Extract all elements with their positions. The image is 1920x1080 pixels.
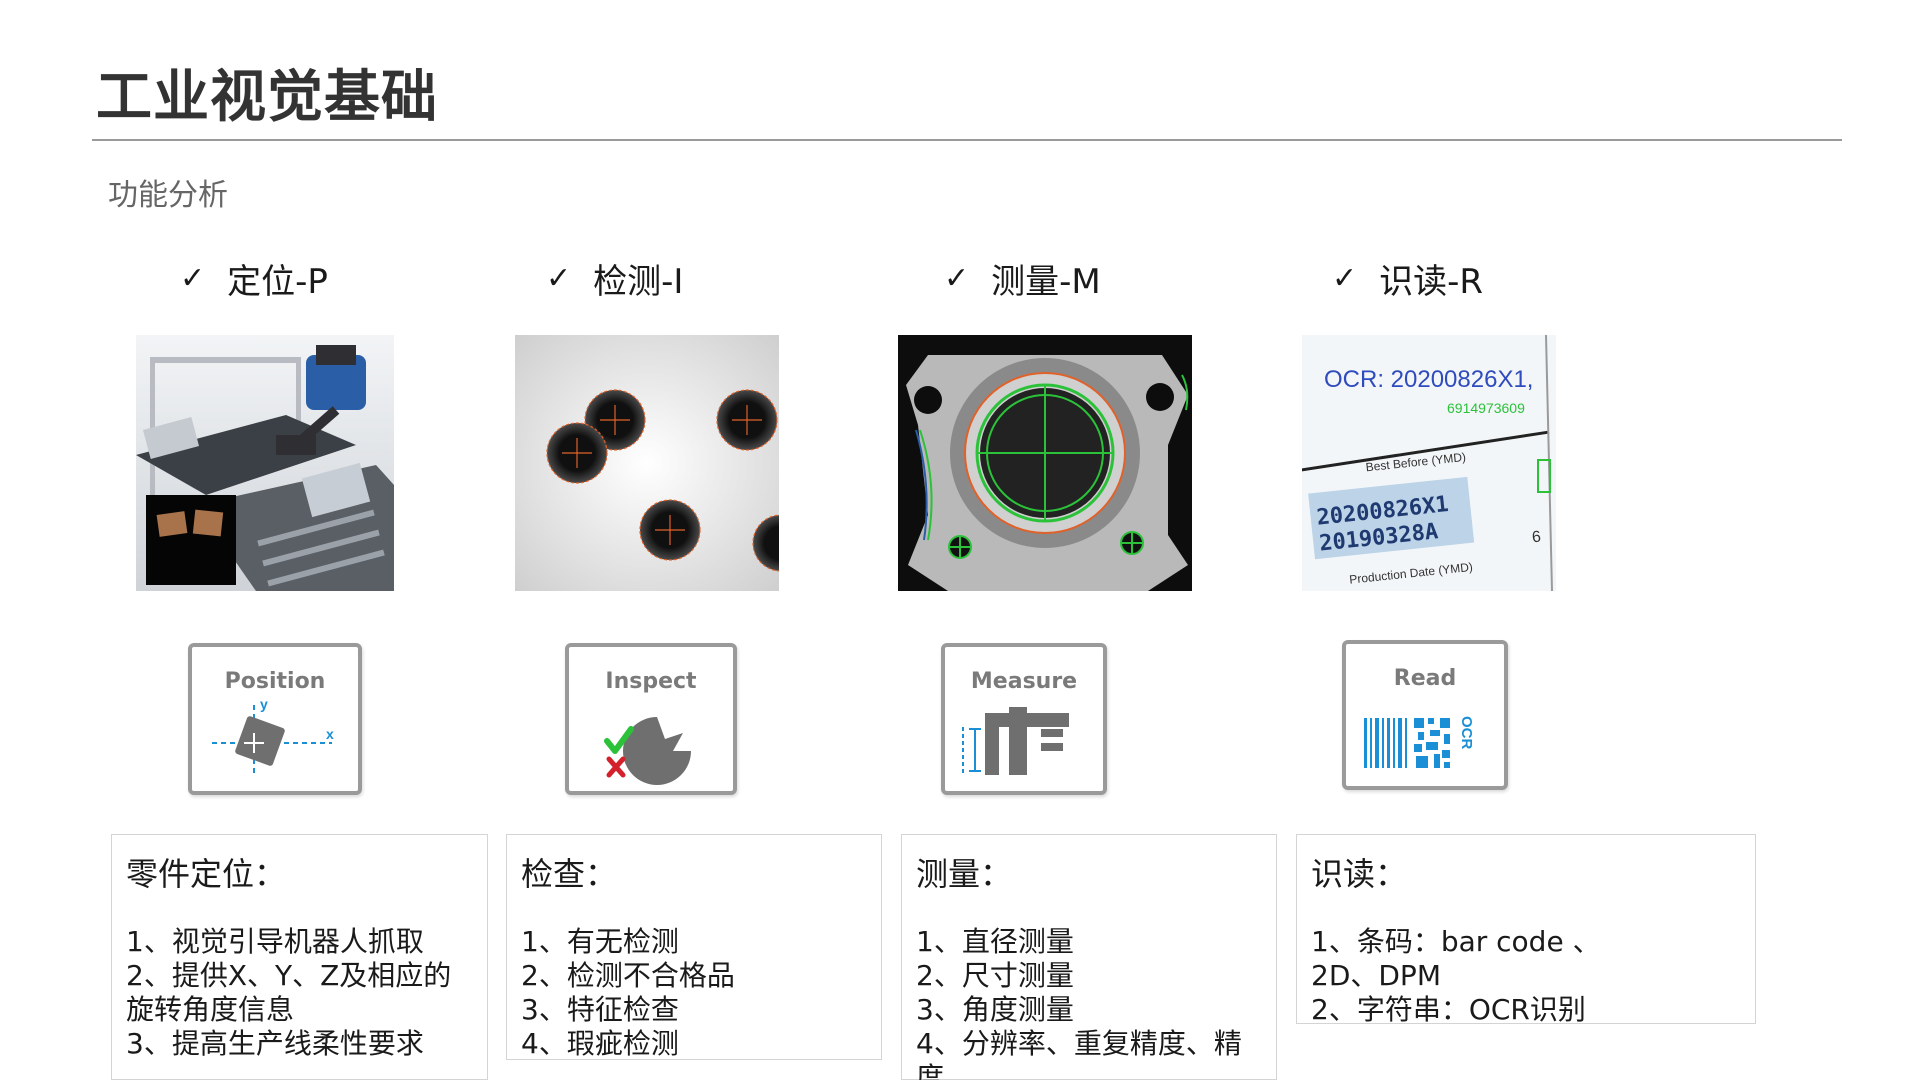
check-icon: ✓ xyxy=(1332,261,1358,296)
desc-line: 4、瑕疵检测 xyxy=(521,1027,679,1060)
desc-read: 识读： 1、条码：bar code 、 2D、DPM 2、字符串：OCR识别 xyxy=(1296,834,1756,1026)
heading-label: 识读-R xyxy=(1379,262,1484,302)
position-icon-card: Position y x xyxy=(188,643,362,795)
check-icon: ✓ xyxy=(546,261,572,296)
desc-inspect: 检查： 1、有无检测 2、检测不合格品 3、特征检查 4、瑕疵检测 xyxy=(506,834,882,1060)
photo-ocr-label: OCR: 20200826X1, 6914973609 Best Before … xyxy=(1302,335,1556,591)
qr-code-icon xyxy=(1414,718,1450,768)
inspect-icon-card: Inspect xyxy=(565,643,737,795)
heading-label: 定位-P xyxy=(227,262,328,302)
heading-label: 检测-I xyxy=(593,262,684,302)
slide: 工业视觉基础 功能分析 ✓ 定位-P ✓ 检测-I ✓ 测量-M ✓ 识读-R xyxy=(0,0,1920,1080)
page-subtitle: 功能分析 xyxy=(108,178,228,213)
desc-line: 1、有无检测 xyxy=(521,925,679,958)
desc-line: 1、视觉引导机器人抓取 xyxy=(126,925,424,958)
photo-measure-flange xyxy=(898,335,1192,591)
barcode-icon: OCR xyxy=(1364,716,1475,768)
desc-line: 2、尺寸测量 xyxy=(916,959,1074,992)
heading-position: ✓ 定位-P xyxy=(180,254,328,303)
desc-title: 零件定位： xyxy=(126,855,287,893)
heading-label: 测量-M xyxy=(991,262,1101,302)
check-icon: ✓ xyxy=(180,261,206,296)
desc-line: 2、提供X、Y、Z及相应的 xyxy=(126,959,452,992)
label-digit: 6 xyxy=(1531,529,1542,547)
desc-line: 度 xyxy=(916,1061,945,1080)
desc-title: 检查： xyxy=(521,855,618,893)
desc-title: 测量： xyxy=(916,855,1013,893)
ocr-vertical-label: OCR xyxy=(1458,716,1475,750)
position-icon: y x xyxy=(212,696,334,775)
caliper-icon xyxy=(962,707,1069,775)
desc-title: 识读： xyxy=(1311,855,1408,893)
desc-line: 3、特征检查 xyxy=(521,993,679,1026)
desc-line: 旋转角度信息 xyxy=(126,993,295,1026)
heading-measure: ✓ 测量-M xyxy=(944,254,1101,303)
title-divider xyxy=(92,139,1842,141)
desc-line: 2、字符串：OCR识别 xyxy=(1311,993,1586,1026)
desc-line: 2D、DPM xyxy=(1311,959,1441,992)
ocr-green-code: 6914973609 xyxy=(1447,400,1525,416)
measure-icon-card: Measure xyxy=(941,643,1107,795)
check-icon: ✓ xyxy=(944,261,970,296)
y-axis-label: y xyxy=(260,696,268,712)
inspect-icon xyxy=(604,717,691,785)
desc-line: 2、检测不合格品 xyxy=(521,959,735,992)
x-axis-label: x xyxy=(326,726,334,742)
photo-robot-conveyor xyxy=(136,335,394,591)
ocr-result-text: OCR: 20200826X1, xyxy=(1324,366,1533,393)
desc-line: 3、提高生产线柔性要求 xyxy=(126,1027,424,1060)
desc-measure: 测量： 1、直径测量 2、尺寸测量 3、角度测量 4、分辨率、重复精度、精 度 xyxy=(901,834,1277,1080)
desc-line: 1、直径测量 xyxy=(916,925,1074,958)
read-icon-card: Read OCR xyxy=(1342,640,1508,790)
desc-line: 1、条码：bar code 、 xyxy=(1311,925,1601,958)
heading-read: ✓ 识读-R xyxy=(1332,254,1483,303)
desc-line: 3、角度测量 xyxy=(916,993,1074,1026)
desc-position: 零件定位： 1、视觉引导机器人抓取 2、提供X、Y、Z及相应的 旋转角度信息 3… xyxy=(111,834,488,1080)
desc-line: 4、分辨率、重复精度、精 xyxy=(916,1027,1242,1060)
photo-inspection-dots xyxy=(515,335,779,591)
heading-inspect: ✓ 检测-I xyxy=(546,254,683,303)
page-title: 工业视觉基础 xyxy=(96,65,438,130)
